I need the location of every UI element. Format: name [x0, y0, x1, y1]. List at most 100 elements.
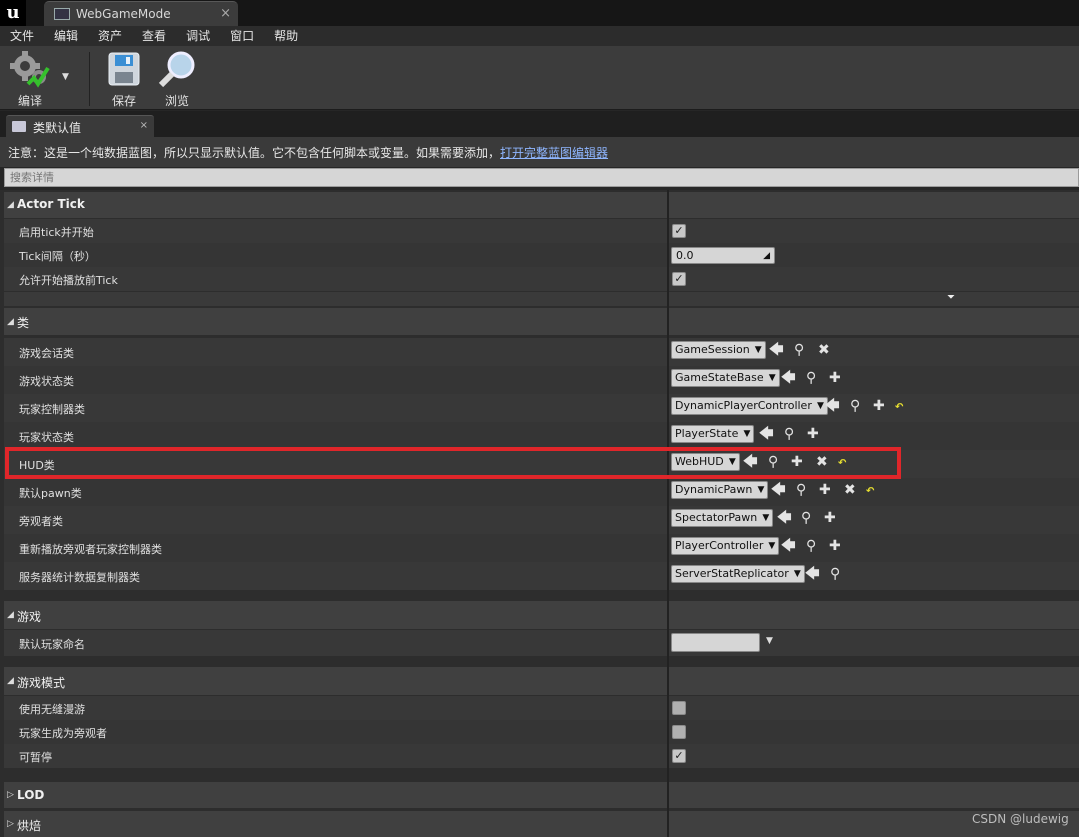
row-label: 使用无缝漫游: [19, 703, 85, 716]
new-icon[interactable]: ✚: [824, 511, 836, 525]
row-game-session-class: 游戏会话类: [4, 338, 1079, 366]
menu-debug[interactable]: 调试: [176, 26, 220, 46]
dropdown-arrow-icon: ▼: [768, 373, 776, 383]
tick-before-begin-checkbox[interactable]: ✓: [672, 272, 686, 286]
start-spectator-checkbox[interactable]: [672, 725, 686, 739]
advanced-toggle-bar[interactable]: ⏷: [4, 292, 1079, 306]
use-selected-icon[interactable]: 🡄: [781, 371, 795, 385]
default-pawn-combo[interactable]: DynamicPawn ▼: [671, 481, 769, 499]
highlight-box: [5, 447, 901, 479]
game-session-combo[interactable]: GameSession ▼: [671, 341, 766, 359]
seamless-travel-checkbox[interactable]: [672, 701, 686, 715]
use-selected-icon[interactable]: 🡄: [777, 511, 791, 525]
browse-icon[interactable]: ⚲: [850, 399, 860, 413]
section-title: Actor Tick: [17, 197, 85, 211]
server-stat-replicator-combo[interactable]: ServerStatReplicator ▼: [671, 565, 805, 583]
combo-value: DynamicPlayerController: [675, 399, 812, 412]
use-selected-icon[interactable]: 🡄: [805, 567, 819, 581]
use-selected-icon[interactable]: 🡄: [769, 343, 783, 357]
use-selected-icon[interactable]: 🡄: [781, 539, 795, 553]
new-icon[interactable]: ✚: [807, 427, 819, 441]
row-label: 服务器统计数据复制器类: [19, 571, 140, 584]
magnifier-icon: [158, 51, 195, 88]
browse-icon[interactable]: ⚲: [806, 371, 816, 385]
close-panel-icon[interactable]: ×: [140, 120, 148, 131]
menu-view[interactable]: 查看: [132, 26, 176, 46]
dropdown-arrow-icon: ▼: [768, 541, 776, 551]
clear-icon[interactable]: ✖: [818, 343, 830, 357]
row-label: 玩家控制器类: [19, 403, 85, 416]
menu-file[interactable]: 文件: [0, 26, 44, 46]
section-game[interactable]: ◢ 游戏: [4, 601, 1079, 629]
new-icon[interactable]: ✚: [829, 371, 841, 385]
section-bake[interactable]: ▷ 烘焙: [4, 811, 1079, 837]
dropdown-arrow-icon: ▼: [816, 401, 824, 411]
reset-to-default-icon[interactable]: ↶: [895, 401, 903, 415]
save-button[interactable]: 保存: [104, 50, 144, 109]
section-title: LOD: [17, 788, 45, 802]
collapsed-arrow-icon: ▷: [7, 819, 14, 829]
expanded-arrow-icon: ◢: [7, 200, 14, 210]
row-label: Tick间隔（秒）: [19, 250, 96, 263]
dropdown-arrow-icon[interactable]: ▼: [766, 636, 773, 646]
row-label: 玩家生成为旁观者: [19, 727, 107, 740]
start-with-tick-checkbox[interactable]: ✓: [672, 224, 686, 238]
collapsed-arrow-icon: ▷: [7, 790, 14, 800]
title-bar: u WebGameMode ×: [0, 0, 1079, 26]
section-lod[interactable]: ▷ LOD: [4, 782, 1079, 808]
dropdown-arrow-icon: ▼: [762, 513, 770, 523]
browse-icon[interactable]: ⚲: [830, 567, 840, 581]
compile-options-icon[interactable]: ▼: [62, 72, 69, 82]
document-tab[interactable]: WebGameMode ×: [44, 1, 238, 26]
compile-button[interactable]: 编译: [8, 50, 52, 109]
notice-text: 注意：这是一个纯数据蓝图，所以只显示默认值。它不包含任何脚本或变量。如果需要添加…: [8, 146, 501, 160]
replay-spectator-controller-combo[interactable]: PlayerController ▼: [671, 537, 780, 555]
menu-asset[interactable]: 资产: [88, 26, 132, 46]
column-splitter[interactable]: [667, 190, 669, 837]
player-state-combo[interactable]: PlayerState ▼: [671, 425, 755, 443]
section-title: 游戏: [17, 610, 42, 624]
menu-help[interactable]: 帮助: [264, 26, 308, 46]
class-defaults-icon: [12, 121, 26, 132]
details-search-input[interactable]: [4, 168, 1079, 187]
menu-window[interactable]: 窗口: [220, 26, 264, 46]
browse-label: 浏览: [164, 94, 189, 108]
combo-value: SpectatorPawn: [675, 511, 758, 524]
reset-to-default-icon[interactable]: ↶: [866, 485, 874, 499]
use-selected-icon[interactable]: 🡄: [771, 483, 785, 497]
section-game-mode[interactable]: ◢ 游戏模式: [4, 667, 1079, 695]
player-controller-combo[interactable]: DynamicPlayerController ▼: [671, 397, 828, 415]
browse-icon[interactable]: ⚲: [794, 343, 804, 357]
row-label: 默认玩家命名: [19, 638, 85, 651]
new-icon[interactable]: ✚: [829, 539, 841, 553]
open-full-editor-link[interactable]: 打开完整蓝图编辑器: [500, 146, 608, 160]
tick-interval-field[interactable]: 0.0 ◢: [671, 247, 775, 264]
browse-icon[interactable]: ⚲: [801, 511, 811, 525]
dropdown-arrow-icon: ▼: [754, 345, 762, 355]
spin-drag-icon[interactable]: ◢: [763, 249, 770, 264]
clear-icon[interactable]: ✖: [844, 483, 856, 497]
use-selected-icon[interactable]: 🡄: [759, 427, 773, 441]
menu-edit[interactable]: 编辑: [44, 26, 88, 46]
spectator-class-combo[interactable]: SpectatorPawn ▼: [671, 509, 774, 527]
row-label: 玩家状态类: [19, 431, 74, 444]
game-state-combo[interactable]: GameStateBase ▼: [671, 369, 780, 387]
use-selected-icon[interactable]: 🡄: [825, 399, 839, 413]
browse-button[interactable]: 浏览: [155, 50, 199, 109]
new-icon[interactable]: ✚: [819, 483, 831, 497]
browse-icon[interactable]: ⚲: [796, 483, 806, 497]
section-actor-tick[interactable]: ◢ Actor Tick: [4, 192, 1079, 218]
browse-icon[interactable]: ⚲: [806, 539, 816, 553]
section-classes[interactable]: ◢ 类: [4, 308, 1079, 335]
class-defaults-tab[interactable]: 类默认值 ×: [6, 115, 154, 137]
pausable-checkbox[interactable]: ✓: [672, 749, 686, 763]
new-icon[interactable]: ✚: [873, 399, 885, 413]
close-tab-icon[interactable]: ×: [220, 6, 231, 21]
row-label: 旁观者类: [19, 515, 63, 528]
row-label: 可暂停: [19, 751, 52, 764]
menu-bar: 文件 编辑 资产 查看 调试 窗口 帮助: [0, 26, 1079, 46]
expand-advanced-icon[interactable]: ⏷: [947, 292, 955, 303]
default-player-name-field[interactable]: [671, 633, 760, 652]
unreal-logo-icon[interactable]: u: [0, 0, 26, 26]
browse-icon[interactable]: ⚲: [784, 427, 794, 441]
